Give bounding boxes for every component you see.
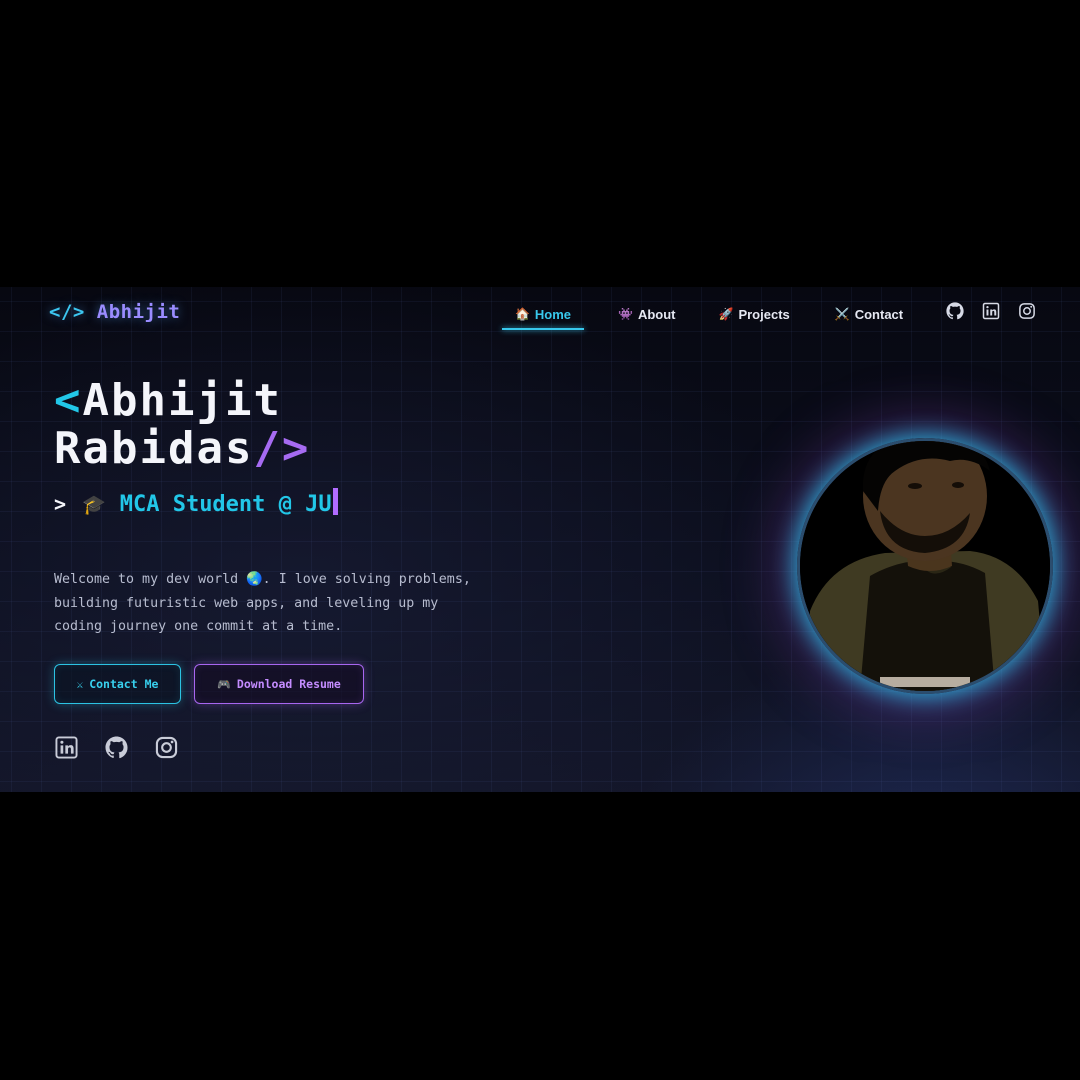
instagram-icon[interactable] [1018,302,1036,320]
main-nav: 🏠 Home 👾 About 🚀 Projects ⚔️ Contact [502,299,903,330]
typing-cursor [332,487,338,515]
prompt-chevron-icon: > [54,492,67,516]
crossed-swords-icon: ⚔ [76,677,84,691]
alien-monster-icon: 👾 [618,307,633,321]
graduation-cap-icon: 🎓 [82,493,106,516]
logo-name: Abhijit [96,301,181,323]
typing-subtitle: > 🎓 MCA Student @ JU [54,487,338,519]
title-open-bracket: < [54,375,83,426]
hero-last-name: Rabidas [54,423,254,474]
nav-item-home[interactable]: 🏠 Home [502,299,584,330]
hero-social-links [55,736,178,759]
nav-item-label: About [637,306,676,322]
profile-photo-illustration [800,441,1050,691]
instagram-icon[interactable] [155,736,178,759]
hero-first-name: Abhijit [82,375,282,426]
nav-item-contact[interactable]: ⚔️ Contact [835,299,903,329]
download-resume-label: Download Resume [236,677,341,691]
nav-social-links [946,302,1036,320]
logo-tag: </> [49,301,85,323]
crossed-swords-icon: ⚔️ [834,307,850,321]
nav-item-label: Contact [854,306,904,322]
hero-title-line2: Rabidas/> [54,425,310,473]
hero-title-line1: <Abhijit [54,377,310,425]
hero-section: </> Abhijit 🏠 Home 👾 About 🚀 Projects ⚔️… [0,287,1080,792]
nav-item-projects[interactable]: 🚀 Projects [719,299,790,329]
linkedin-icon[interactable] [982,302,1000,320]
site-logo[interactable]: </> Abhijit [49,301,180,326]
download-resume-button[interactable]: 🎮 Download Resume [194,664,364,704]
game-controller-icon: 🎮 [217,677,231,691]
nav-item-about[interactable]: 👾 About [618,299,676,329]
github-icon[interactable] [946,302,964,320]
github-icon[interactable] [105,736,128,759]
intro-paragraph: Welcome to my dev world 🌏. I love solvin… [54,572,471,634]
contact-me-button[interactable]: ⚔ Contact Me [54,664,181,704]
nav-item-label: Home [534,306,572,322]
profile-photo-frame [797,438,1053,694]
contact-me-label: Contact Me [89,677,159,691]
linkedin-icon[interactable] [55,736,78,759]
nav-item-label: Projects [738,306,790,322]
home-icon: 🏠 [514,307,530,321]
rocket-icon: 🚀 [718,307,734,321]
profile-photo [797,438,1053,694]
title-close-bracket: /> [253,423,311,474]
typing-text: MCA Student @ JU [119,491,332,517]
hero-title: <Abhijit Rabidas/> [54,377,310,473]
